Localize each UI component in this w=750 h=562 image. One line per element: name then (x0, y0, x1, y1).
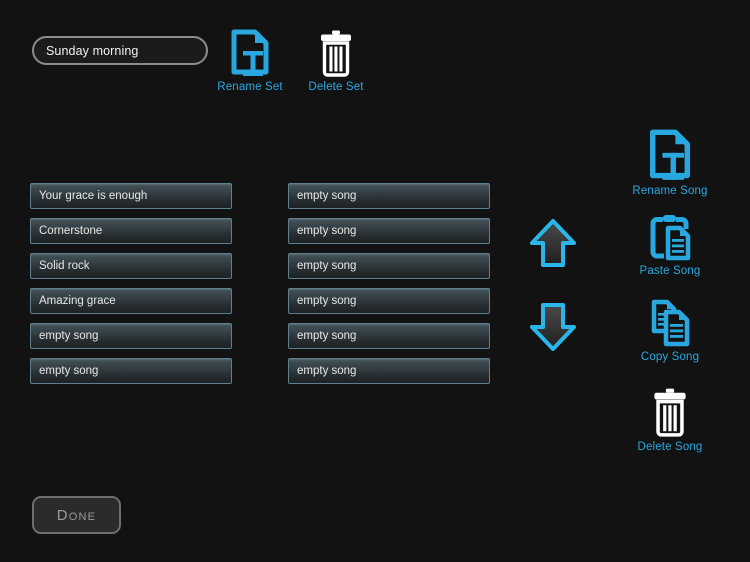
song-list-item[interactable]: empty song (288, 253, 490, 279)
rename-set-label: Rename Set (217, 81, 283, 93)
song-list-item[interactable]: empty song (30, 358, 232, 384)
delete-song-label: Delete Song (637, 441, 703, 453)
delete-song-button[interactable]: Delete Song (628, 386, 712, 453)
song-list-item[interactable]: Amazing grace (30, 288, 232, 314)
arrow-up-icon (530, 219, 576, 267)
song-list-item[interactable]: empty song (288, 183, 490, 209)
trash-can-icon (648, 386, 692, 438)
rename-song-button[interactable]: Rename Song (628, 128, 712, 197)
document-text-cursor-icon (647, 128, 693, 182)
app-root: Rename Set Delete Set Your grace is enou… (0, 0, 750, 562)
move-song-down-button[interactable] (527, 301, 579, 353)
delete-set-button[interactable]: Delete Set (298, 28, 374, 93)
song-list-item[interactable]: empty song (288, 323, 490, 349)
song-list-left: Your grace is enough Cornerstone Solid r… (30, 183, 232, 384)
clipboard-paste-icon (647, 212, 693, 262)
rename-song-label: Rename Song (632, 185, 708, 197)
song-list-item[interactable]: empty song (288, 288, 490, 314)
delete-set-label: Delete Set (308, 81, 364, 93)
song-list-item[interactable]: Solid rock (30, 253, 232, 279)
song-list-item[interactable]: empty song (288, 358, 490, 384)
trash-can-icon (315, 28, 357, 78)
song-list-item[interactable]: Cornerstone (30, 218, 232, 244)
paste-song-button[interactable]: Paste Song (628, 212, 712, 277)
done-button[interactable]: Done (32, 496, 121, 534)
rename-set-button[interactable]: Rename Set (210, 28, 290, 93)
song-list-item[interactable]: Your grace is enough (30, 183, 232, 209)
copy-documents-icon (647, 298, 693, 348)
song-list-item[interactable]: empty song (30, 323, 232, 349)
paste-song-label: Paste Song (639, 265, 701, 277)
set-name-input[interactable] (32, 36, 208, 65)
song-list-item[interactable]: empty song (288, 218, 490, 244)
document-text-cursor-icon (229, 28, 271, 78)
song-list-right: empty song empty song empty song empty s… (288, 183, 490, 384)
copy-song-button[interactable]: Copy Song (628, 298, 712, 363)
arrow-down-icon (530, 303, 576, 351)
move-song-up-button[interactable] (527, 217, 579, 269)
copy-song-label: Copy Song (640, 351, 700, 363)
